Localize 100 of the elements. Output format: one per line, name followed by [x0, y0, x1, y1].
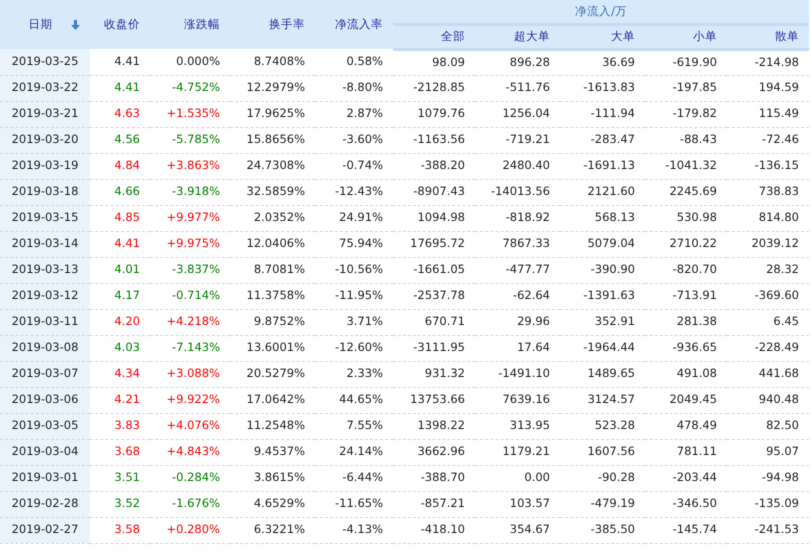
date-cell: 2019-03-08: [12, 340, 78, 354]
table-cell: 8.7081%: [254, 262, 305, 276]
date-cell: 2019-03-15: [12, 210, 78, 224]
table-cell: +3.863%: [166, 158, 220, 172]
table-cell: 3.51: [114, 470, 140, 484]
table-cell: -1964.44: [583, 340, 635, 354]
table-cell: +9.922%: [166, 392, 220, 406]
table-cell: 3.68: [114, 444, 140, 458]
table-cell: 75.94%: [339, 236, 383, 250]
table-cell: -2128.85: [413, 80, 465, 94]
date-cell: 2019-02-28: [12, 496, 78, 510]
table-cell: -479.19: [590, 496, 635, 510]
table-cell: -241.53: [754, 522, 799, 536]
table-cell: 9.4537%: [254, 444, 305, 458]
table-cell: -4.13%: [342, 522, 383, 536]
table-cell: 8.7408%: [254, 54, 305, 68]
date-header: 日期: [28, 16, 52, 33]
table-cell: -3.60%: [342, 132, 383, 146]
table-cell: -94.98: [762, 470, 799, 484]
date-cell: 2019-03-14: [12, 236, 78, 250]
table-cell: -135.09: [754, 496, 799, 510]
table-cell: 7867.33: [502, 236, 550, 250]
table-cell: -0.74%: [342, 158, 383, 172]
table-cell: -136.15: [754, 158, 799, 172]
date-cell: 2019-03-18: [12, 184, 78, 198]
table-cell: 4.01: [114, 262, 140, 276]
table-cell: 2.33%: [346, 366, 383, 380]
table-cell: -12.60%: [335, 340, 383, 354]
table-cell: 13.6001%: [246, 340, 305, 354]
table-cell: +4.843%: [166, 444, 220, 458]
table-cell: 354.67: [510, 522, 550, 536]
date-cell: 2019-03-07: [12, 366, 78, 380]
table-cell: -1691.13: [583, 158, 635, 172]
table-cell: +9.977%: [166, 210, 220, 224]
table-cell: 24.91%: [339, 210, 383, 224]
table-cell: 313.95: [510, 418, 550, 432]
table-cell: -385.50: [590, 522, 635, 536]
table-cell: 523.28: [594, 418, 635, 432]
column-header: 全部: [441, 28, 465, 43]
date-cell: 2019-03-12: [12, 288, 78, 302]
table-cell: -11.95%: [335, 288, 383, 302]
table-cell: 4.21: [114, 392, 140, 406]
table-cell: -1041.32: [665, 158, 717, 172]
table-cell: 1489.65: [587, 366, 635, 380]
table-cell: -346.50: [672, 496, 717, 510]
table-cell: 24.14%: [339, 444, 383, 458]
date-cell: 2019-03-11: [12, 314, 78, 328]
table-cell: 4.17: [114, 288, 140, 302]
table-cell: 7639.16: [502, 392, 550, 406]
table-cell: +4.076%: [166, 418, 220, 432]
table-cell: -72.46: [762, 132, 799, 146]
table-cell: 4.20: [114, 314, 140, 328]
table-cell: 2480.40: [502, 158, 550, 172]
table-cell: -90.28: [598, 470, 635, 484]
date-cell: 2019-03-20: [12, 132, 78, 146]
table-cell: -111.94: [590, 106, 635, 120]
table-cell: 4.84: [114, 158, 140, 172]
table-cell: 5079.04: [587, 236, 635, 250]
column-header: 散单: [775, 28, 799, 43]
table-cell: -388.70: [420, 470, 465, 484]
table-cell: 281.38: [676, 314, 717, 328]
table-cell: 2039.12: [751, 236, 799, 250]
table-cell: 896.28: [510, 54, 550, 69]
table-cell: 0.00: [524, 470, 550, 484]
table-cell: -4.752%: [172, 80, 220, 94]
group-header: 净流入/万: [575, 4, 627, 18]
table-cell: +9.975%: [166, 236, 220, 250]
table-cell: -713.91: [672, 288, 717, 302]
change-header: 涨跌幅: [184, 16, 220, 31]
table-cell: 194.59: [758, 80, 799, 94]
table-cell: 1256.04: [502, 106, 550, 120]
table-cell: -6.44%: [342, 470, 383, 484]
sort-arrow-icon[interactable]: [71, 20, 80, 30]
table-cell: 2.0352%: [254, 210, 305, 224]
table-cell: -3.837%: [172, 262, 220, 276]
table-cell: 3662.96: [417, 444, 465, 458]
table-cell: 4.34: [114, 366, 140, 380]
table-cell: 82.50: [766, 418, 799, 432]
table-cell: 17.9625%: [246, 106, 305, 120]
table-cell: -214.98: [754, 54, 799, 69]
table-cell: 32.5859%: [246, 184, 305, 198]
table-cell: -8907.43: [413, 184, 465, 198]
table-cell: 1079.76: [417, 106, 465, 120]
table-cell: -2537.78: [413, 288, 465, 302]
table-cell: 931.32: [424, 366, 465, 380]
table-cell: 441.68: [758, 366, 799, 380]
table-cell: -1391.63: [583, 288, 635, 302]
table-cell: 12.2979%: [246, 80, 305, 94]
table-cell: +1.535%: [166, 106, 220, 120]
table-cell: 491.08: [676, 366, 717, 380]
date-cell: 2019-03-04: [12, 444, 78, 458]
table-cell: 3.8615%: [254, 470, 305, 484]
table-cell: -1.676%: [172, 496, 220, 510]
table-cell: 2245.69: [669, 184, 717, 198]
table-cell: 2049.45: [669, 392, 717, 406]
table-cell: -1661.05: [413, 262, 465, 276]
table-cell: 2.87%: [346, 106, 383, 120]
table-cell: 103.57: [510, 496, 550, 510]
table-cell: -62.64: [512, 288, 550, 302]
table-cell: -857.21: [420, 496, 465, 510]
